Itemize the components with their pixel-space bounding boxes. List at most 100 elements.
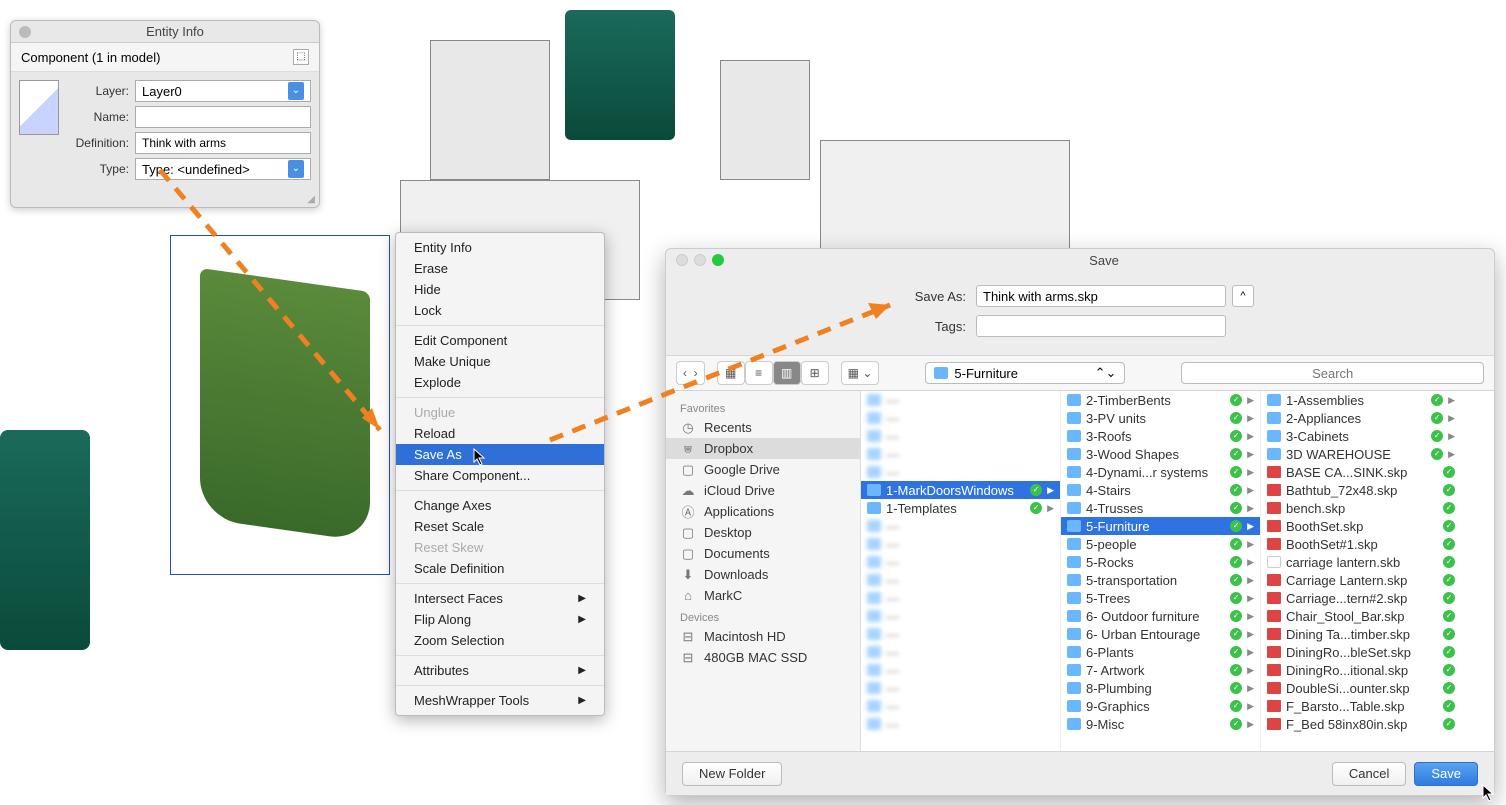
file-item[interactable]: Carriage...tern#2.skp✓: [1261, 589, 1461, 607]
file-item[interactable]: —: [861, 571, 1060, 589]
file-item[interactable]: 2-Appliances✓▶: [1261, 409, 1461, 427]
file-item[interactable]: —: [861, 679, 1060, 697]
file-item[interactable]: Dining Ta...timber.skp✓: [1261, 625, 1461, 643]
file-item[interactable]: bench.skp✓: [1261, 499, 1461, 517]
file-item[interactable]: —: [861, 661, 1060, 679]
file-item[interactable]: 1-MarkDoorsWindows✓▶: [861, 481, 1060, 499]
file-item[interactable]: —: [861, 715, 1060, 733]
definition-input[interactable]: [135, 132, 311, 154]
sidebar-item[interactable]: ⒶApplications: [666, 501, 860, 522]
file-item[interactable]: 5-transportation✓▶: [1061, 571, 1260, 589]
file-item[interactable]: 3-Wood Shapes✓▶: [1061, 445, 1260, 463]
file-item[interactable]: 9-Misc✓▶: [1061, 715, 1260, 733]
file-item[interactable]: —: [861, 607, 1060, 625]
file-item[interactable]: 6- Outdoor furniture✓▶: [1061, 607, 1260, 625]
file-item[interactable]: 5-people✓▶: [1061, 535, 1260, 553]
sidebar-item[interactable]: ⊟Macintosh HD: [666, 626, 860, 647]
menu-item[interactable]: Change Axes: [396, 495, 604, 516]
close-icon[interactable]: [19, 26, 31, 38]
search-input[interactable]: [1181, 362, 1484, 384]
resize-handle[interactable]: ◢: [11, 192, 319, 207]
file-item[interactable]: 3-Roofs✓▶: [1061, 427, 1260, 445]
file-item[interactable]: 3D WAREHOUSE✓▶: [1261, 445, 1461, 463]
file-item[interactable]: 1-Assemblies✓▶: [1261, 391, 1461, 409]
sidebar-item[interactable]: ▢Desktop: [666, 522, 860, 543]
file-item[interactable]: 9-Graphics✓▶: [1061, 697, 1260, 715]
view-columns-button[interactable]: ▥: [773, 361, 801, 385]
view-gallery-button[interactable]: ⊞: [801, 361, 829, 385]
menu-item[interactable]: Hide: [396, 279, 604, 300]
sidebar-item[interactable]: ⩐Dropbox: [666, 438, 860, 459]
tags-input[interactable]: [976, 315, 1226, 337]
menu-item[interactable]: Reload: [396, 423, 604, 444]
menu-item[interactable]: Scale Definition: [396, 558, 604, 579]
traffic-light-zoom[interactable]: [712, 254, 724, 266]
file-item[interactable]: 1-Templates✓▶: [861, 499, 1060, 517]
expand-icon[interactable]: ⬚: [293, 49, 309, 65]
menu-item[interactable]: Lock: [396, 300, 604, 321]
save-as-input[interactable]: [976, 285, 1226, 307]
file-item[interactable]: —: [861, 697, 1060, 715]
file-item[interactable]: 3-PV units✓▶: [1061, 409, 1260, 427]
menu-item[interactable]: Share Component...: [396, 465, 604, 486]
file-item[interactable]: 4-Trusses✓▶: [1061, 499, 1260, 517]
sidebar-item[interactable]: ⬇Downloads: [666, 564, 860, 585]
file-item[interactable]: 6-Plants✓▶: [1061, 643, 1260, 661]
file-item[interactable]: 7- Artwork✓▶: [1061, 661, 1260, 679]
file-item[interactable]: Bathtub_72x48.skp✓: [1261, 481, 1461, 499]
new-folder-button[interactable]: New Folder: [682, 762, 782, 786]
collapse-button[interactable]: ^: [1232, 285, 1254, 307]
file-item[interactable]: —: [861, 445, 1060, 463]
menu-item[interactable]: MeshWrapper Tools▶: [396, 690, 604, 711]
sidebar-item[interactable]: ▢Documents: [666, 543, 860, 564]
file-item[interactable]: DiningRo...itional.skp✓: [1261, 661, 1461, 679]
entity-info-titlebar[interactable]: Entity Info: [11, 21, 319, 43]
traffic-light-minimize[interactable]: [694, 254, 706, 266]
menu-item[interactable]: Flip Along▶: [396, 609, 604, 630]
menu-item[interactable]: Make Unique: [396, 351, 604, 372]
layer-select[interactable]: Layer0 ⌄: [135, 80, 311, 102]
file-item[interactable]: —: [861, 625, 1060, 643]
finder-column-2[interactable]: 2-TimberBents✓▶3-PV units✓▶3-Roofs✓▶3-Wo…: [1061, 391, 1261, 751]
cancel-button[interactable]: Cancel: [1332, 762, 1406, 786]
file-item[interactable]: BoothSet#1.skp✓: [1261, 535, 1461, 553]
file-item[interactable]: DiningRo...bleSet.skp✓: [1261, 643, 1461, 661]
sidebar-item[interactable]: ☁iCloud Drive: [666, 480, 860, 501]
save-titlebar[interactable]: Save: [666, 249, 1494, 271]
sidebar-item[interactable]: ▢Google Drive: [666, 459, 860, 480]
group-button[interactable]: ▦ ⌄: [841, 361, 880, 385]
file-item[interactable]: Chair_Stool_Bar.skp✓: [1261, 607, 1461, 625]
file-item[interactable]: 5-Rocks✓▶: [1061, 553, 1260, 571]
finder-column-1[interactable]: —————1-MarkDoorsWindows✓▶1-Templates✓▶——…: [861, 391, 1061, 751]
menu-item[interactable]: Zoom Selection: [396, 630, 604, 651]
menu-item[interactable]: Explode: [396, 372, 604, 393]
menu-item[interactable]: Attributes▶: [396, 660, 604, 681]
selected-chair[interactable]: [200, 268, 370, 542]
traffic-light-close[interactable]: [676, 254, 688, 266]
name-input[interactable]: [135, 106, 311, 128]
view-list-button[interactable]: ≡: [745, 361, 773, 385]
file-item[interactable]: 6- Urban Entourage✓▶: [1061, 625, 1260, 643]
file-item[interactable]: —: [861, 409, 1060, 427]
file-item[interactable]: F_Bed 58inx80in.skp✓: [1261, 715, 1461, 733]
file-item[interactable]: carriage lantern.skb✓: [1261, 553, 1461, 571]
file-item[interactable]: BoothSet.skp✓: [1261, 517, 1461, 535]
file-item[interactable]: Carriage Lantern.skp✓: [1261, 571, 1461, 589]
menu-item[interactable]: Reset Scale: [396, 516, 604, 537]
file-item[interactable]: 8-Plumbing✓▶: [1061, 679, 1260, 697]
file-item[interactable]: 4-Stairs✓▶: [1061, 481, 1260, 499]
file-item[interactable]: BASE CA...SINK.skp✓: [1261, 463, 1461, 481]
sidebar-item[interactable]: ◷Recents: [666, 417, 860, 438]
menu-item[interactable]: Entity Info: [396, 237, 604, 258]
file-item[interactable]: —: [861, 535, 1060, 553]
menu-item[interactable]: Edit Component: [396, 330, 604, 351]
file-item[interactable]: —: [861, 589, 1060, 607]
file-item[interactable]: —: [861, 463, 1060, 481]
finder-column-3[interactable]: 1-Assemblies✓▶2-Appliances✓▶3-Cabinets✓▶…: [1261, 391, 1461, 751]
save-button[interactable]: Save: [1414, 762, 1478, 786]
file-item[interactable]: 5-Furniture✓▶: [1061, 517, 1260, 535]
menu-item[interactable]: Intersect Faces▶: [396, 588, 604, 609]
file-item[interactable]: F_Barsto...Table.skp✓: [1261, 697, 1461, 715]
file-item[interactable]: 4-Dynami...r systems✓▶: [1061, 463, 1260, 481]
menu-item[interactable]: Erase: [396, 258, 604, 279]
